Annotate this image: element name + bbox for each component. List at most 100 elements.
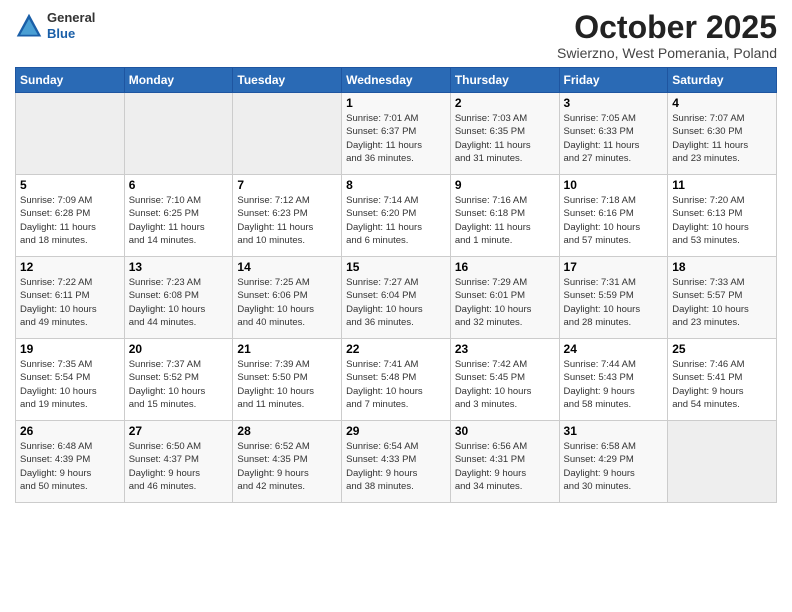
day-info: Sunrise: 7:20 AMSunset: 6:13 PMDaylight:… xyxy=(672,194,772,247)
day-info: Sunrise: 7:22 AMSunset: 6:11 PMDaylight:… xyxy=(20,276,120,329)
day-info: Sunrise: 7:41 AMSunset: 5:48 PMDaylight:… xyxy=(346,358,446,411)
day-number: 15 xyxy=(346,260,446,274)
title-block: October 2025 Swierzno, West Pomerania, P… xyxy=(557,10,777,61)
header-monday: Monday xyxy=(124,68,233,93)
calendar-cell: 18 Sunrise: 7:33 AMSunset: 5:57 PMDayligh… xyxy=(668,257,777,339)
logo-general: General xyxy=(47,10,95,26)
calendar-cell: 19 Sunrise: 7:35 AMSunset: 5:54 PMDayligh… xyxy=(16,339,125,421)
day-info: Sunrise: 7:25 AMSunset: 6:06 PMDaylight:… xyxy=(237,276,337,329)
day-number: 4 xyxy=(672,96,772,110)
day-info: Sunrise: 7:16 AMSunset: 6:18 PMDaylight:… xyxy=(455,194,555,247)
calendar-table: Sunday Monday Tuesday Wednesday Thursday… xyxy=(15,67,777,503)
logo-icon xyxy=(15,12,43,40)
day-info: Sunrise: 7:05 AMSunset: 6:33 PMDaylight:… xyxy=(564,112,664,165)
calendar-cell: 4 Sunrise: 7:07 AMSunset: 6:30 PMDaylight… xyxy=(668,93,777,175)
day-number: 27 xyxy=(129,424,229,438)
calendar-cell: 28 Sunrise: 6:52 AMSunset: 4:35 PMDayligh… xyxy=(233,421,342,503)
calendar-cell: 10 Sunrise: 7:18 AMSunset: 6:16 PMDayligh… xyxy=(559,175,668,257)
calendar-cell: 24Sunrise: 7:44 AMSunset: 5:43 PMDayligh… xyxy=(559,339,668,421)
day-number: 18 xyxy=(672,260,772,274)
day-info: Sunrise: 7:27 AMSunset: 6:04 PMDaylight:… xyxy=(346,276,446,329)
day-info: Sunrise: 7:42 AMSunset: 5:45 PMDaylight:… xyxy=(455,358,555,411)
day-number: 9 xyxy=(455,178,555,192)
day-info: Sunrise: 7:37 AMSunset: 5:52 PMDaylight:… xyxy=(129,358,229,411)
calendar-cell: 22 Sunrise: 7:41 AMSunset: 5:48 PMDayligh… xyxy=(342,339,451,421)
day-number: 28 xyxy=(237,424,337,438)
calendar-week-3: 12Sunrise: 7:22 AMSunset: 6:11 PMDayligh… xyxy=(16,257,777,339)
calendar-cell: 17 Sunrise: 7:31 AMSunset: 5:59 PMDayligh… xyxy=(559,257,668,339)
day-number: 2 xyxy=(455,96,555,110)
calendar-cell: 14 Sunrise: 7:25 AMSunset: 6:06 PMDayligh… xyxy=(233,257,342,339)
calendar-cell: 7 Sunrise: 7:12 AMSunset: 6:23 PMDaylight… xyxy=(233,175,342,257)
header-saturday: Saturday xyxy=(668,68,777,93)
calendar-cell: 6 Sunrise: 7:10 AMSunset: 6:25 PMDaylight… xyxy=(124,175,233,257)
calendar-cell: 9 Sunrise: 7:16 AMSunset: 6:18 PMDaylight… xyxy=(450,175,559,257)
calendar-cell xyxy=(233,93,342,175)
day-number: 8 xyxy=(346,178,446,192)
day-info: Sunrise: 7:18 AMSunset: 6:16 PMDaylight:… xyxy=(564,194,664,247)
calendar-week-1: 1Sunrise: 7:01 AMSunset: 6:37 PMDaylight… xyxy=(16,93,777,175)
day-number: 5 xyxy=(20,178,120,192)
calendar-cell: 31Sunrise: 6:58 AMSunset: 4:29 PMDayligh… xyxy=(559,421,668,503)
day-number: 14 xyxy=(237,260,337,274)
day-info: Sunrise: 7:33 AMSunset: 5:57 PMDaylight:… xyxy=(672,276,772,329)
location-subtitle: Swierzno, West Pomerania, Poland xyxy=(557,45,777,61)
day-info: Sunrise: 7:09 AMSunset: 6:28 PMDaylight:… xyxy=(20,194,120,247)
calendar-cell: 23 Sunrise: 7:42 AMSunset: 5:45 PMDayligh… xyxy=(450,339,559,421)
logo-blue: Blue xyxy=(47,26,95,42)
day-number: 11 xyxy=(672,178,772,192)
day-info: Sunrise: 7:14 AMSunset: 6:20 PMDaylight:… xyxy=(346,194,446,247)
calendar-cell: 20Sunrise: 7:37 AMSunset: 5:52 PMDayligh… xyxy=(124,339,233,421)
day-info: Sunrise: 6:58 AMSunset: 4:29 PMDaylight:… xyxy=(564,440,664,493)
day-info: Sunrise: 7:29 AMSunset: 6:01 PMDaylight:… xyxy=(455,276,555,329)
day-info: Sunrise: 7:07 AMSunset: 6:30 PMDaylight:… xyxy=(672,112,772,165)
calendar-body: 1Sunrise: 7:01 AMSunset: 6:37 PMDaylight… xyxy=(16,93,777,503)
header-row-days: Sunday Monday Tuesday Wednesday Thursday… xyxy=(16,68,777,93)
day-number: 30 xyxy=(455,424,555,438)
calendar-cell xyxy=(668,421,777,503)
day-info: Sunrise: 7:10 AMSunset: 6:25 PMDaylight:… xyxy=(129,194,229,247)
day-number: 23 xyxy=(455,342,555,356)
logo-text: General Blue xyxy=(47,10,95,41)
day-info: Sunrise: 7:12 AMSunset: 6:23 PMDaylight:… xyxy=(237,194,337,247)
day-number: 24 xyxy=(564,342,664,356)
day-number: 22 xyxy=(346,342,446,356)
day-info: Sunrise: 7:03 AMSunset: 6:35 PMDaylight:… xyxy=(455,112,555,165)
calendar-cell: 1Sunrise: 7:01 AMSunset: 6:37 PMDaylight… xyxy=(342,93,451,175)
calendar-cell: 3Sunrise: 7:05 AMSunset: 6:33 PMDaylight… xyxy=(559,93,668,175)
day-info: Sunrise: 7:31 AMSunset: 5:59 PMDaylight:… xyxy=(564,276,664,329)
day-number: 7 xyxy=(237,178,337,192)
calendar-cell: 13Sunrise: 7:23 AMSunset: 6:08 PMDayligh… xyxy=(124,257,233,339)
day-number: 19 xyxy=(20,342,120,356)
day-number: 10 xyxy=(564,178,664,192)
calendar-cell: 11 Sunrise: 7:20 AMSunset: 6:13 PMDayligh… xyxy=(668,175,777,257)
calendar-cell: 29Sunrise: 6:54 AMSunset: 4:33 PMDayligh… xyxy=(342,421,451,503)
calendar-cell: 12Sunrise: 7:22 AMSunset: 6:11 PMDayligh… xyxy=(16,257,125,339)
calendar-cell xyxy=(16,93,125,175)
day-info: Sunrise: 6:50 AMSunset: 4:37 PMDaylight:… xyxy=(129,440,229,493)
day-info: Sunrise: 6:52 AMSunset: 4:35 PMDaylight:… xyxy=(237,440,337,493)
logo: General Blue xyxy=(15,10,95,41)
calendar-week-5: 26 Sunrise: 6:48 AMSunset: 4:39 PMDayligh… xyxy=(16,421,777,503)
day-number: 21 xyxy=(237,342,337,356)
header-row: General Blue October 2025 Swierzno, West… xyxy=(15,10,777,61)
day-number: 17 xyxy=(564,260,664,274)
header-friday: Friday xyxy=(559,68,668,93)
day-info: Sunrise: 6:56 AMSunset: 4:31 PMDaylight:… xyxy=(455,440,555,493)
calendar-cell: 21 Sunrise: 7:39 AMSunset: 5:50 PMDayligh… xyxy=(233,339,342,421)
day-info: Sunrise: 7:39 AMSunset: 5:50 PMDaylight:… xyxy=(237,358,337,411)
calendar-cell: 5 Sunrise: 7:09 AMSunset: 6:28 PMDaylight… xyxy=(16,175,125,257)
day-info: Sunrise: 6:54 AMSunset: 4:33 PMDaylight:… xyxy=(346,440,446,493)
day-number: 1 xyxy=(346,96,446,110)
header-thursday: Thursday xyxy=(450,68,559,93)
calendar-cell: 16Sunrise: 7:29 AMSunset: 6:01 PMDayligh… xyxy=(450,257,559,339)
day-number: 26 xyxy=(20,424,120,438)
calendar-cell: 27 Sunrise: 6:50 AMSunset: 4:37 PMDayligh… xyxy=(124,421,233,503)
day-info: Sunrise: 7:35 AMSunset: 5:54 PMDaylight:… xyxy=(20,358,120,411)
month-title: October 2025 xyxy=(557,10,777,45)
day-info: Sunrise: 7:23 AMSunset: 6:08 PMDaylight:… xyxy=(129,276,229,329)
day-number: 6 xyxy=(129,178,229,192)
calendar-cell: 8 Sunrise: 7:14 AMSunset: 6:20 PMDaylight… xyxy=(342,175,451,257)
calendar-cell: 2 Sunrise: 7:03 AMSunset: 6:35 PMDaylight… xyxy=(450,93,559,175)
day-info: Sunrise: 6:48 AMSunset: 4:39 PMDaylight:… xyxy=(20,440,120,493)
